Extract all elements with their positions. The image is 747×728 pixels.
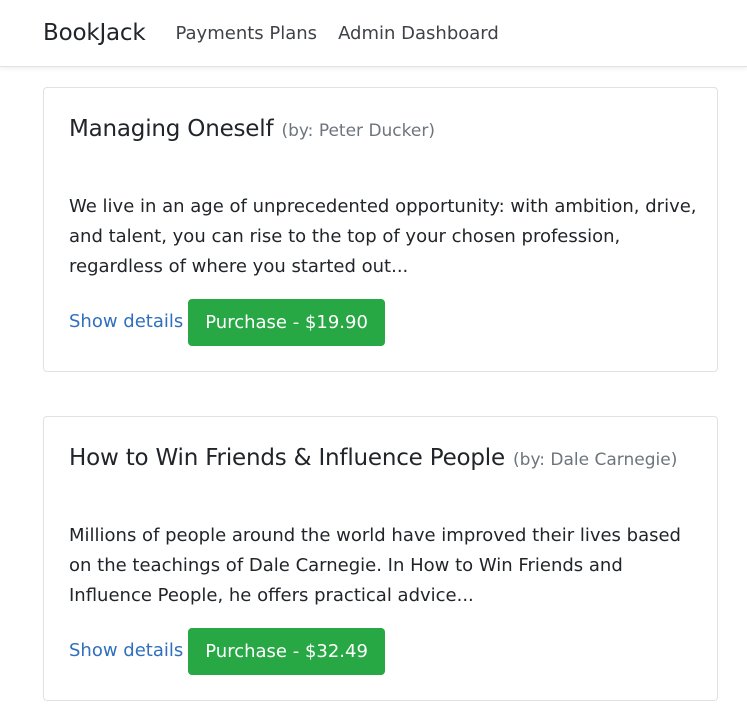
purchase-button[interactable]: Purchase - $19.90 bbox=[188, 299, 385, 346]
book-actions: Show details Purchase - $19.90 bbox=[69, 299, 385, 346]
book-title-row: How to Win Friends & Influence People (b… bbox=[69, 445, 677, 471]
book-author: (by: Dale Carnegie) bbox=[513, 450, 678, 470]
purchase-button[interactable]: Purchase - $32.49 bbox=[188, 628, 385, 675]
show-details-link[interactable]: Show details bbox=[69, 640, 183, 661]
book-author: (by: Peter Ducker) bbox=[281, 121, 435, 141]
book-card: How to Win Friends & Influence People (b… bbox=[43, 416, 718, 701]
book-description: We live in an age of unprecedented oppor… bbox=[69, 196, 697, 277]
book-actions: Show details Purchase - $32.49 bbox=[69, 628, 385, 675]
brand-logo[interactable]: BookJack bbox=[43, 20, 146, 46]
book-description: Millions of people around the world have… bbox=[69, 525, 681, 606]
book-title: How to Win Friends & Influence People bbox=[69, 445, 505, 471]
book-title-row: Managing Oneself (by: Peter Ducker) bbox=[69, 116, 435, 142]
nav-link-admin-dashboard[interactable]: Admin Dashboard bbox=[338, 23, 499, 44]
book-title: Managing Oneself bbox=[69, 116, 274, 142]
top-navbar: BookJack Payments Plans Admin Dashboard bbox=[0, 0, 747, 67]
show-details-link[interactable]: Show details bbox=[69, 311, 183, 332]
book-card: Managing Oneself (by: Peter Ducker) We l… bbox=[43, 87, 718, 372]
nav-link-payments-plans[interactable]: Payments Plans bbox=[175, 23, 317, 44]
